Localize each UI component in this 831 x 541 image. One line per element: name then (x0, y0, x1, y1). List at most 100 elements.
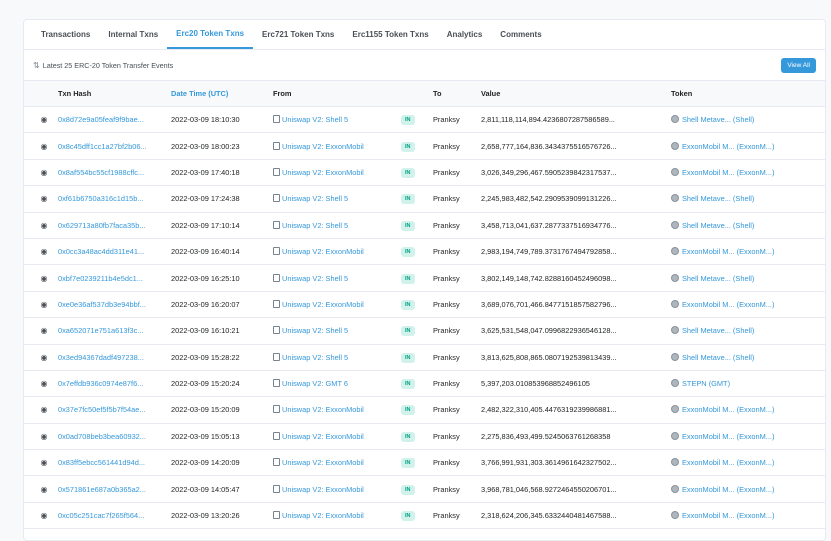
table-header-row: Txn Hash Date Time (UTC) From To Value T… (24, 80, 825, 107)
eye-icon[interactable]: ◉ (38, 485, 50, 494)
eye-icon[interactable]: ◉ (38, 353, 50, 362)
token-logo-icon (671, 115, 679, 124)
eye-icon[interactable]: ◉ (38, 511, 50, 520)
token-link[interactable]: STEPN (GMT) (682, 379, 730, 388)
to-address: Pranksy (433, 194, 460, 204)
token-link[interactable]: Shell Metave... (Shell) (682, 115, 754, 124)
contract-file-icon (273, 379, 280, 388)
from-address-link[interactable]: Uniswap V2: GMT 6 (282, 379, 348, 388)
txn-hash-link[interactable]: 0xc05c251cac7f265f564... (58, 511, 144, 520)
txn-hash-link[interactable]: 0xf61b6750a316c1d15b... (58, 194, 143, 203)
from-address-link[interactable]: Uniswap V2: Shell 5 (282, 353, 348, 362)
tab-internal-txns[interactable]: Internal Txns (99, 20, 167, 49)
from-address-link[interactable]: Uniswap V2: ExxonMobil (282, 300, 364, 309)
token-link[interactable]: Shell Metave... (Shell) (682, 221, 754, 230)
view-all-button[interactable]: View All (781, 57, 816, 73)
token-link[interactable]: ExxonMobil M... (ExxonM...) (682, 142, 774, 151)
row-preview-cell: ◉ (24, 423, 58, 451)
txn-hash-link[interactable]: 0x3ed94367dadf497238... (58, 353, 144, 362)
token-link[interactable]: ExxonMobil M... (ExxonM...) (682, 168, 774, 177)
token-link[interactable]: Shell Metave... (Shell) (682, 353, 754, 362)
eye-icon[interactable]: ◉ (38, 326, 50, 335)
txn-date-time: 2022-03-09 16:10:21 (171, 326, 240, 336)
tab-comments[interactable]: Comments (491, 20, 550, 49)
row-preview-cell: ◉ (24, 212, 58, 239)
txn-hash-link[interactable]: 0x0cc3a48ac4dd311e41... (58, 247, 144, 256)
txn-hash-link[interactable]: 0x37e7fc50ef5f5b7f54ae... (58, 405, 146, 414)
txn-hash-link[interactable]: 0x571861e687a0b365a2... (58, 485, 146, 494)
eye-icon[interactable]: ◉ (38, 221, 50, 230)
txn-hash-link[interactable]: 0x629713a80fb7faca35b... (58, 221, 146, 230)
in-badge: IN (401, 220, 415, 231)
txn-hash-link[interactable]: 0x0ad708beb3bea60932... (58, 432, 146, 441)
from-address-link[interactable]: Uniswap V2: Shell 5 (282, 194, 348, 203)
from-address-link[interactable]: Uniswap V2: ExxonMobil (282, 168, 364, 177)
txn-hash-link[interactable]: 0x83ff5ebcc561441d94d... (58, 458, 145, 467)
from-address-link[interactable]: Uniswap V2: Shell 5 (282, 326, 348, 335)
token-link[interactable]: ExxonMobil M... (ExxonM...) (682, 247, 774, 256)
tab-transactions[interactable]: Transactions (32, 20, 99, 49)
token-link[interactable]: ExxonMobil M... (ExxonM...) (682, 300, 774, 309)
in-badge: IN (401, 511, 415, 522)
from-address-link[interactable]: Uniswap V2: ExxonMobil (282, 458, 364, 467)
tab-analytics[interactable]: Analytics (438, 20, 492, 49)
tab-erc721-token-txns[interactable]: Erc721 Token Txns (253, 20, 343, 49)
eye-icon[interactable]: ◉ (38, 432, 50, 441)
txn-hash-link[interactable]: 0xa652071e751a613f3c... (58, 326, 143, 335)
from-address-link[interactable]: Uniswap V2: ExxonMobil (282, 511, 364, 520)
from-address-link[interactable]: Uniswap V2: ExxonMobil (282, 432, 364, 441)
token-value: 3,813,625,808,865.0807192539813439... (481, 352, 617, 362)
to-address: Pranksy (433, 511, 460, 521)
token-link[interactable]: Shell Metave... (Shell) (682, 194, 754, 203)
to-address: Pranksy (433, 326, 460, 336)
header-date-time[interactable]: Date Time (UTC) (171, 80, 273, 107)
txn-hash-link[interactable]: 0xe0e36af537db3e94bbf... (58, 300, 146, 309)
token-value: 2,811,118,114,894.4236807287586589... (481, 115, 615, 125)
tab-erc20-token-txns[interactable]: Erc20 Token Txns (167, 20, 254, 49)
from-address-link[interactable]: Uniswap V2: ExxonMobil (282, 485, 364, 494)
from-address-link[interactable]: Uniswap V2: ExxonMobil (282, 142, 364, 151)
table-body: ◉ 0x8d72e9a05feaf9f9bae... 2022-03-09 18:1… (24, 106, 825, 530)
header-value: Value (481, 80, 671, 107)
row-preview-cell: ◉ (24, 132, 58, 160)
tab-erc1155-token-txns[interactable]: Erc1155 Token Txns (343, 20, 437, 49)
eye-icon[interactable]: ◉ (38, 405, 50, 414)
txn-hash-link[interactable]: 0xbf7e0239211b4e5dc1... (58, 274, 143, 283)
eye-icon[interactable]: ◉ (38, 379, 50, 388)
token-link[interactable]: Shell Metave... (Shell) (682, 326, 754, 335)
token-logo-icon (671, 167, 679, 176)
from-address-link[interactable]: Uniswap V2: Shell 5 (282, 221, 348, 230)
token-link[interactable]: ExxonMobil M... (ExxonM...) (682, 511, 774, 520)
contract-file-icon (273, 431, 280, 440)
eye-icon[interactable]: ◉ (38, 247, 50, 256)
txn-hash-link[interactable]: 0x8d72e9a05feaf9f9bae... (58, 115, 144, 124)
from-address-link[interactable]: Uniswap V2: ExxonMobil (282, 405, 364, 414)
eye-icon[interactable]: ◉ (38, 274, 50, 283)
eye-icon[interactable]: ◉ (38, 168, 50, 177)
eye-icon[interactable]: ◉ (38, 115, 50, 124)
eye-icon[interactable]: ◉ (38, 142, 50, 151)
txn-hash-link[interactable]: 0x7effdb936c0974e87f6... (58, 379, 143, 388)
in-badge: IN (401, 379, 415, 390)
eye-icon[interactable]: ◉ (38, 458, 50, 467)
token-link[interactable]: ExxonMobil M... (ExxonM...) (682, 432, 774, 441)
contract-file-icon (273, 273, 280, 282)
token-link[interactable]: ExxonMobil M... (ExxonM...) (682, 485, 774, 494)
to-address: Pranksy (433, 247, 460, 257)
from-address-link[interactable]: Uniswap V2: Shell 5 (282, 115, 348, 124)
txn-hash-link[interactable]: 0x8af554bc55cf1988cffc... (58, 168, 144, 177)
from-address-link[interactable]: Uniswap V2: ExxonMobil (282, 247, 364, 256)
contract-file-icon (273, 115, 280, 124)
contract-file-icon (273, 352, 280, 361)
eye-icon[interactable]: ◉ (38, 300, 50, 309)
in-badge: IN (401, 273, 415, 284)
from-address-link[interactable]: Uniswap V2: Shell 5 (282, 274, 348, 283)
txn-hash-link[interactable]: 0x8c45dff1cc1a27bf2b06... (58, 142, 147, 151)
header-txn-hash: Txn Hash (58, 80, 171, 107)
eye-icon[interactable]: ◉ (38, 194, 50, 203)
to-address: Pranksy (433, 431, 460, 441)
token-link[interactable]: ExxonMobil M... (ExxonM...) (682, 405, 774, 414)
token-link[interactable]: ExxonMobil M... (ExxonM...) (682, 458, 774, 467)
token-link[interactable]: Shell Metave... (Shell) (682, 274, 754, 283)
to-address: Pranksy (433, 379, 460, 389)
